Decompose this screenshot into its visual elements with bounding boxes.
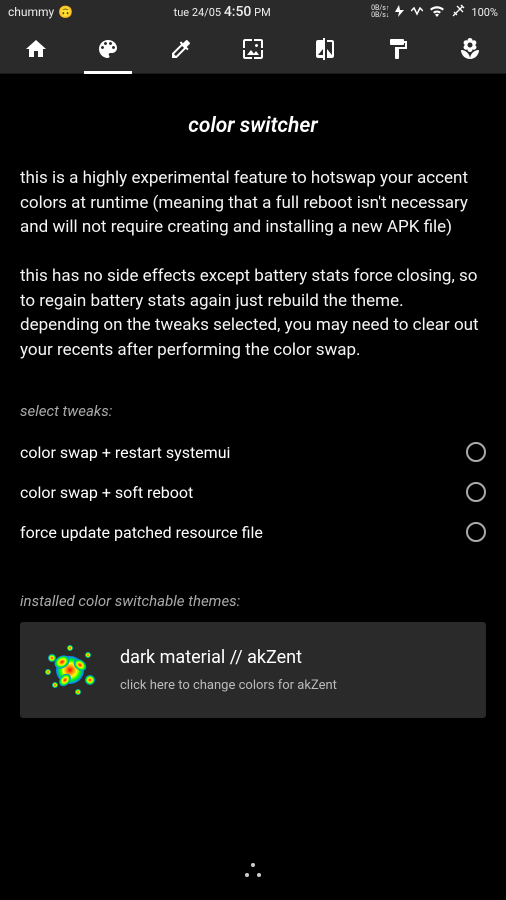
content-area: color switcher this is a highly experime… (0, 74, 506, 900)
app-name: chummy (8, 5, 54, 19)
status-left: chummy 🙃 (8, 5, 73, 19)
theme-card-akzent[interactable]: dark material // akZent click here to ch… (20, 622, 486, 718)
app-emoji: 🙃 (58, 5, 73, 19)
tab-paint[interactable] (366, 24, 430, 74)
themes-label: installed color switchable themes: (20, 592, 486, 610)
tab-palette[interactable] (76, 24, 140, 74)
wallpaper-icon (241, 37, 265, 61)
data-rate: 0B/s↑0B/s↓ (371, 5, 389, 19)
description-1: this is a highly experimental feature to… (20, 166, 486, 240)
tweak-option-force-update[interactable]: force update patched resource file (20, 512, 486, 552)
tweak-option-restart-systemui[interactable]: color swap + restart systemui (20, 432, 486, 472)
battery-text: 100% (471, 6, 498, 19)
theme-subtitle: click here to change colors for akZent (120, 678, 466, 693)
wifi-icon (429, 5, 445, 20)
charging-icon (395, 5, 405, 20)
tweak-label: color swap + soft reboot (20, 483, 193, 502)
nav-dots-icon[interactable] (241, 861, 265, 881)
flower-icon (458, 37, 482, 61)
radio-icon (466, 522, 486, 542)
tab-bar (0, 24, 506, 74)
radio-icon (466, 442, 486, 462)
tab-florist[interactable] (438, 24, 502, 74)
tweak-option-soft-reboot[interactable]: color swap + soft reboot (20, 472, 486, 512)
radio-icon (466, 482, 486, 502)
home-icon (24, 37, 48, 61)
status-clock: tue 24/05 4:50 PM (73, 4, 371, 20)
lightning-icon (411, 6, 423, 19)
palette-icon (96, 37, 120, 61)
tab-home[interactable] (4, 24, 68, 74)
theme-info: dark material // akZent click here to ch… (120, 647, 466, 693)
compare-icon (313, 37, 337, 61)
nav-bar (0, 861, 506, 885)
eyedropper-icon (169, 37, 193, 61)
tab-wallpaper[interactable] (221, 24, 285, 74)
tweaks-label: select tweaks: (20, 402, 486, 420)
status-right: 0B/s↑0B/s↓ 100% (371, 4, 498, 21)
status-bar: chummy 🙃 tue 24/05 4:50 PM 0B/s↑0B/s↓ 10… (0, 0, 506, 24)
theme-title: dark material // akZent (120, 647, 466, 668)
tweak-label: color swap + restart systemui (20, 443, 230, 462)
page-title: color switcher (20, 114, 486, 138)
tab-eyedropper[interactable] (149, 24, 213, 74)
paint-splash-icon (40, 640, 100, 700)
tab-compare[interactable] (293, 24, 357, 74)
description-2: this has no side effects except battery … (20, 264, 486, 363)
paint-roller-icon (386, 37, 410, 61)
tweak-label: force update patched resource file (20, 523, 263, 542)
airplane-icon (451, 4, 465, 21)
